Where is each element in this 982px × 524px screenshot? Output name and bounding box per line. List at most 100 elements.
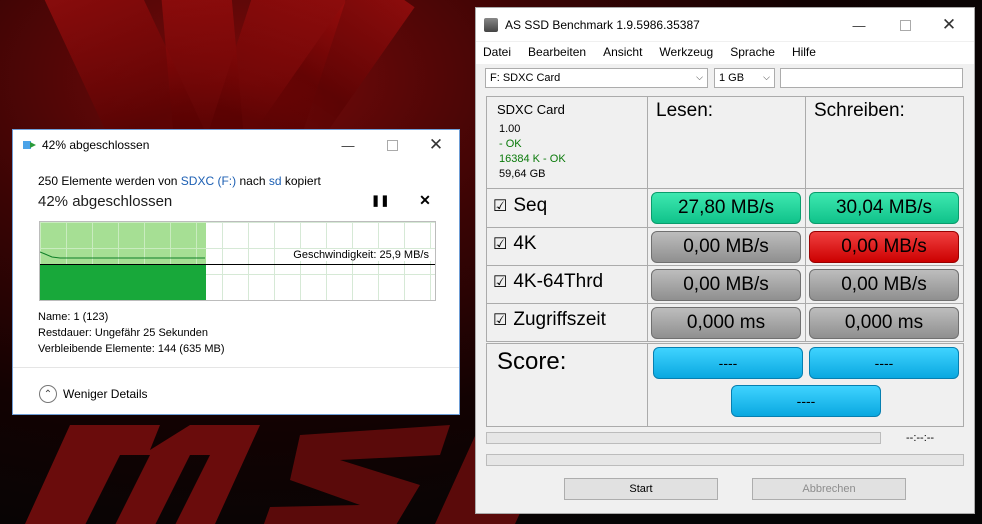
4k64-read-result: 0,00 MB/s [651,269,801,301]
total-progress-bar [486,454,964,466]
maximize-icon [386,139,398,151]
results-table: SDXC Card 1.00 - OK 16384 K - OK 59,64 G… [486,96,964,342]
drive-select[interactable]: F: SDXC Card ⌵ [485,68,708,88]
minimize-button[interactable]: — [325,130,371,160]
device-alignment-ok: 16384 K - OK [499,153,566,165]
access-read-result: 0,000 ms [651,307,801,339]
speed-curve [40,251,205,259]
copy-icon [23,141,36,149]
write-header: Schreiben: [814,100,905,121]
remaining-items-row: Verbleibende Elemente: 144 (635 MB) [38,343,225,355]
read-header: Lesen: [656,100,714,121]
name-row: Name: 1 (123) [38,311,108,323]
close-button[interactable]: ✕ [926,10,972,40]
elapsed-time: --:--:-- [906,432,935,444]
copy-dialog-titlebar[interactable]: 42% abgeschlossen — ✕ [13,130,459,160]
access-write-result: 0,000 ms [809,307,959,339]
chevron-up-icon: ⌃ [39,385,57,403]
device-capacity: 59,64 GB [499,168,546,180]
name-value: 1 (123) [73,311,109,323]
4k-write-result: 0,00 MB/s [809,231,959,263]
as-ssd-titlebar[interactable]: AS SSD Benchmark 1.9.5986.35387 — ✕ [476,8,974,41]
close-icon: ✕ [941,15,957,34]
4k64-write-result: 0,00 MB/s [809,269,959,301]
close-button[interactable]: ✕ [413,130,459,160]
menu-bar: Datei Bearbeiten Ansicht Werkzeug Sprach… [476,42,974,64]
menu-datei[interactable]: Datei [476,42,518,64]
pause-icon: ❚❚ [371,195,390,207]
checkbox-checked-icon[interactable]: ☑ [493,196,507,216]
pause-button[interactable]: ❚❚ [371,194,390,210]
row-access-time[interactable]: ☑ Zugriffszeit [493,309,606,331]
row-seq[interactable]: ☑ Seq [493,195,547,217]
row-access-time-label: Zugriffszeit [513,309,606,330]
text-field[interactable] [780,68,963,88]
score-write: ---- [809,347,959,379]
checkbox-checked-icon[interactable]: ☑ [493,234,507,254]
minimize-icon: — [341,137,355,153]
as-ssd-window: AS SSD Benchmark 1.9.5986.35387 — ✕ Date… [475,7,975,514]
destination-link[interactable]: sd [269,174,282,188]
maximize-button[interactable] [369,130,415,160]
score-label: Score: [497,348,567,375]
source-link[interactable]: SDXC (F:) [181,174,236,188]
menu-sprache[interactable]: Sprache [723,42,782,64]
copy-summary: 250 Elemente werden von SDXC (F:) nach s… [38,174,321,188]
device-name: SDXC Card [497,102,565,117]
minimize-button[interactable]: — [836,10,882,40]
menu-werkzeug[interactable]: Werkzeug [652,42,720,64]
score-read: ---- [653,347,803,379]
score-panel: Score: ---- ---- ---- [486,343,964,427]
copy-progress-dialog: 42% abgeschlossen — ✕ 250 Elemente werde… [12,129,460,415]
menu-hilfe[interactable]: Hilfe [785,42,823,64]
close-icon: ✕ [428,135,444,154]
4k-read-result: 0,00 MB/s [651,231,801,263]
row-4k[interactable]: ☑ 4K [493,233,537,255]
copy-summary-suffix: kopiert [284,174,321,188]
percent-complete: 42% abgeschlossen [38,193,173,210]
fewer-details-toggle[interactable]: ⌃ Weniger Details [39,385,147,403]
checkbox-checked-icon[interactable]: ☑ [493,310,507,330]
divider [13,367,459,368]
row-seq-label: Seq [513,195,548,216]
size-select-value: 1 GB [719,72,745,84]
remaining-items-label: Verbleibende Elemente: [38,343,155,355]
menu-ansicht[interactable]: Ansicht [596,42,649,64]
size-select[interactable]: 1 GB ⌵ [714,68,775,88]
seq-read-result: 27,80 MB/s [651,192,801,224]
minimize-icon: — [852,17,866,33]
maximize-button[interactable] [882,10,928,40]
remaining-time-label: Restdauer: [38,327,92,339]
row-4k-64thrd-label: 4K-64Thrd [513,271,604,292]
chevron-down-icon: ⌵ [763,72,770,82]
close-icon: ✕ [419,192,431,208]
drive-select-value: F: SDXC Card [490,72,561,84]
row-4k-64thrd[interactable]: ☑ 4K-64Thrd [493,271,603,293]
remaining-items-value: 144 (635 MB) [157,343,225,355]
cancel-button[interactable]: Abbrechen [752,478,906,500]
score-total: ---- [731,385,881,417]
remaining-time-row: Restdauer: Ungefähr 25 Sekunden [38,327,208,339]
speed-line [40,264,435,265]
menu-bearbeiten[interactable]: Bearbeiten [521,42,593,64]
copy-summary-mid: nach [239,174,266,188]
row-4k-label: 4K [513,233,537,254]
benchmark-progress-bar [486,432,881,444]
start-button[interactable]: Start [564,478,718,500]
maximize-icon [899,19,911,31]
device-status-ok: - OK [499,138,522,150]
copy-summary-prefix: 250 Elemente werden von [38,174,178,188]
speed-graph: Geschwindigkeit: 25,9 MB/s [39,221,436,301]
fewer-details-label: Weniger Details [63,387,148,401]
device-version: 1.00 [499,123,521,135]
chevron-down-icon: ⌵ [696,72,703,82]
speed-label: Geschwindigkeit: 25,9 MB/s [291,249,431,261]
drive-icon [484,18,498,32]
name-label: Name: [38,311,71,323]
as-ssd-title: AS SSD Benchmark 1.9.5986.35387 [505,18,700,32]
seq-write-result: 30,04 MB/s [809,192,959,224]
checkbox-checked-icon[interactable]: ☑ [493,272,507,292]
remaining-time-value: Ungefähr 25 Sekunden [94,327,209,339]
copy-dialog-title: 42% abgeschlossen [42,138,150,152]
cancel-copy-button[interactable]: ✕ [417,192,433,208]
